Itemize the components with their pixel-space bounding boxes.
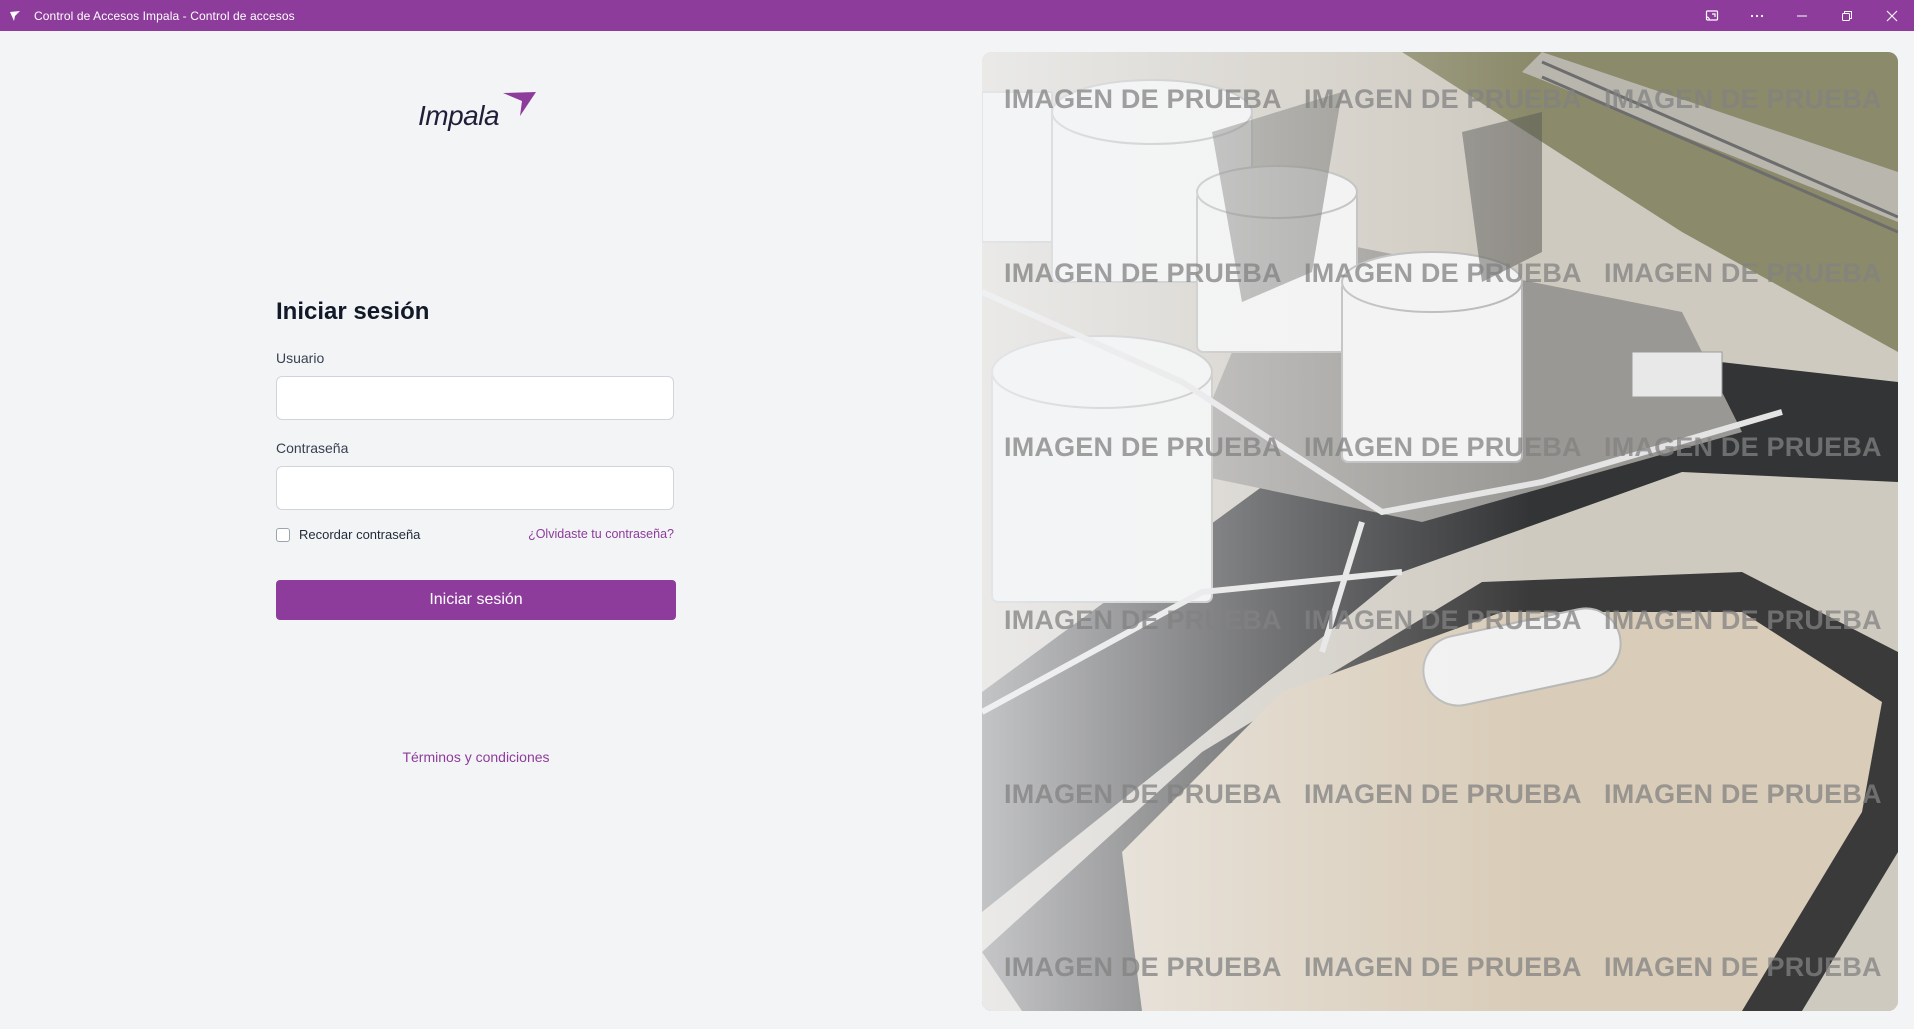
watermark-text: IMAGEN DE PRUEBA [1304, 432, 1582, 462]
watermark-text: IMAGEN DE PRUEBA [1604, 605, 1882, 635]
watermark-row: IMAGEN DE PRUEBA IMAGEN DE PRUEBA IMAGEN… [1004, 258, 1898, 289]
watermark-row: IMAGEN DE PRUEBA IMAGEN DE PRUEBA IMAGEN… [1004, 84, 1898, 115]
cast-icon[interactable] [1689, 0, 1734, 31]
watermark-text: IMAGEN DE PRUEBA [1604, 432, 1882, 462]
user-label: Usuario [276, 350, 325, 366]
watermark-text: IMAGEN DE PRUEBA [1304, 605, 1582, 635]
watermark-text: IMAGEN DE PRUEBA [1604, 258, 1882, 288]
watermark-text: IMAGEN DE PRUEBA [1604, 779, 1882, 809]
window-controls [1689, 0, 1914, 31]
watermark-text: IMAGEN DE PRUEBA [1604, 84, 1882, 114]
user-input[interactable] [276, 376, 674, 420]
image-fade-overlay [982, 52, 1898, 1011]
remember-label: Recordar contraseña [299, 527, 421, 542]
watermark-text: IMAGEN DE PRUEBA [1604, 952, 1882, 982]
password-input[interactable] [276, 466, 674, 510]
watermark-text: IMAGEN DE PRUEBA [1304, 779, 1582, 809]
restore-icon[interactable] [1824, 0, 1869, 31]
impala-logo: Impala [418, 88, 536, 138]
logo-text: Impala [418, 100, 500, 131]
minimize-icon[interactable] [1779, 0, 1824, 31]
login-title: Iniciar sesión [276, 298, 430, 325]
login-button[interactable]: Iniciar sesión [276, 580, 676, 620]
window-title: Control de Accesos Impala - Control de a… [34, 8, 295, 23]
terms-link[interactable]: Términos y condiciones [276, 749, 676, 765]
watermark-text: IMAGEN DE PRUEBA [1004, 952, 1282, 982]
watermark-text: IMAGEN DE PRUEBA [1004, 84, 1282, 114]
app-icon [8, 9, 22, 23]
watermark-text: IMAGEN DE PRUEBA [1004, 432, 1282, 462]
logo-arrow-icon [503, 92, 536, 116]
watermark-row: IMAGEN DE PRUEBA IMAGEN DE PRUEBA IMAGEN… [1004, 605, 1898, 636]
watermark-text: IMAGEN DE PRUEBA [1304, 952, 1582, 982]
remember-checkbox[interactable] [276, 527, 290, 542]
watermark-row: IMAGEN DE PRUEBA IMAGEN DE PRUEBA IMAGEN… [1004, 952, 1898, 983]
forgot-password-link[interactable]: ¿Olvidaste tu contraseña? [528, 527, 674, 541]
watermark-text: IMAGEN DE PRUEBA [1004, 605, 1282, 635]
watermark-row: IMAGEN DE PRUEBA IMAGEN DE PRUEBA IMAGEN… [1004, 432, 1898, 463]
close-icon[interactable] [1869, 0, 1914, 31]
title-bar: Control de Accesos Impala - Control de a… [0, 0, 1914, 31]
watermark-text: IMAGEN DE PRUEBA [1004, 258, 1282, 288]
password-label: Contraseña [276, 440, 349, 456]
facility-photo: IMAGEN DE PRUEBA IMAGEN DE PRUEBA IMAGEN… [982, 52, 1898, 1011]
watermark-text: IMAGEN DE PRUEBA [1004, 779, 1282, 809]
remember-password[interactable]: Recordar contraseña [276, 527, 420, 542]
more-icon[interactable] [1734, 0, 1779, 31]
watermark-row: IMAGEN DE PRUEBA IMAGEN DE PRUEBA IMAGEN… [1004, 779, 1898, 810]
watermark-text: IMAGEN DE PRUEBA [1304, 258, 1582, 288]
watermark-text: IMAGEN DE PRUEBA [1304, 84, 1582, 114]
